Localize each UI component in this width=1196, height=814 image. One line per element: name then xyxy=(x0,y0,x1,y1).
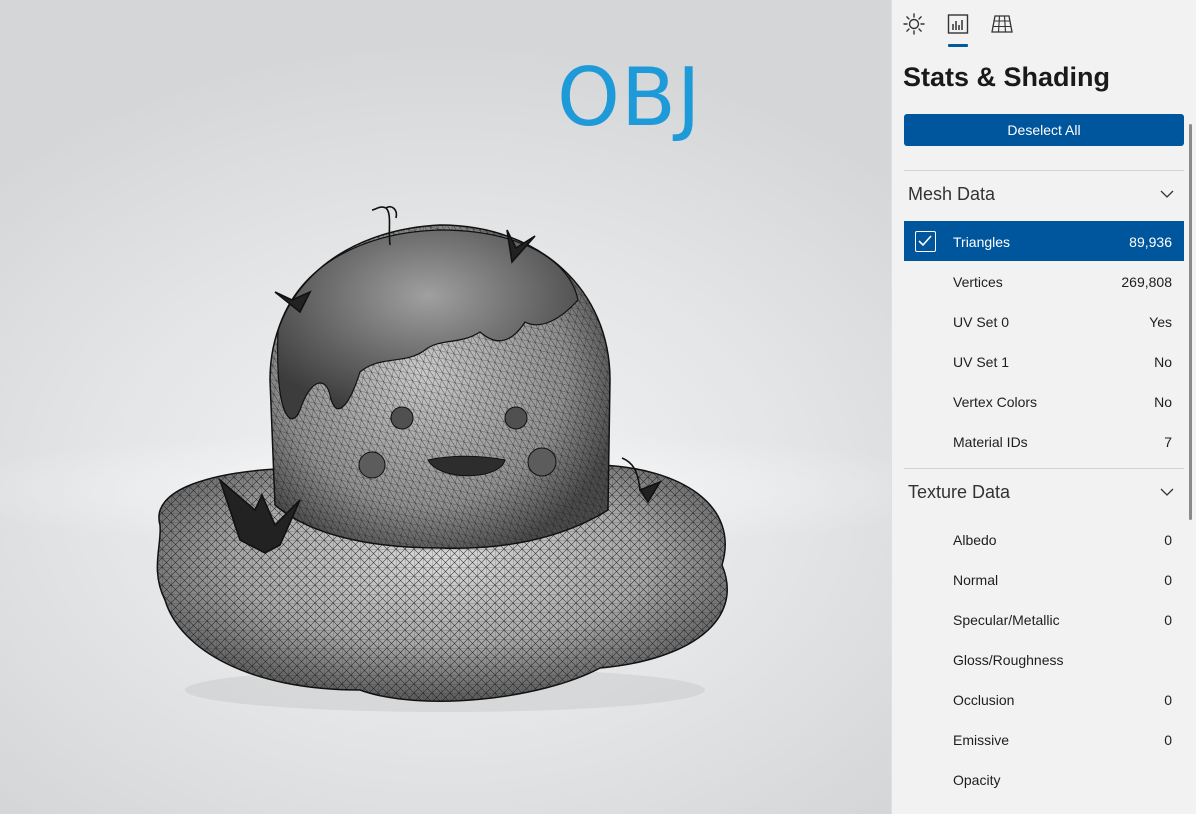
stats-panel: Stats & Shading Deselect All Mesh Data T… xyxy=(891,0,1196,814)
chevron-down-icon xyxy=(1160,488,1174,496)
row-label: Material IDs xyxy=(953,434,1028,450)
row-value: 0 xyxy=(1164,532,1172,548)
texture-row-occlusion[interactable]: Occlusion 0 xyxy=(904,679,1184,719)
texture-row-gloss-roughness[interactable]: Gloss/Roughness xyxy=(904,639,1184,679)
row-label: Emissive xyxy=(953,732,1010,748)
texture-row-normal[interactable]: Normal 0 xyxy=(904,559,1184,599)
checkmark-icon xyxy=(918,235,932,247)
row-label: Normal xyxy=(953,572,999,588)
tab-lighting[interactable] xyxy=(902,12,928,38)
deselect-all-button[interactable]: Deselect All xyxy=(904,114,1184,146)
row-label: UV Set 1 xyxy=(953,354,1010,370)
panel-scrollbar[interactable] xyxy=(1189,124,1192,520)
mesh-row-triangles[interactable]: Triangles 89,936 xyxy=(904,221,1184,261)
texture-row-albedo[interactable]: Albedo 0 xyxy=(904,519,1184,559)
sun-icon xyxy=(903,13,925,35)
row-value: 0 xyxy=(1164,612,1172,628)
mesh-data-header[interactable]: Mesh Data xyxy=(904,175,1184,215)
row-label: UV Set 0 xyxy=(953,314,1010,330)
tab-grid[interactable] xyxy=(990,12,1016,38)
texture-data-header[interactable]: Texture Data xyxy=(904,473,1184,513)
bar-chart-icon xyxy=(947,14,969,34)
texture-data-title: Texture Data xyxy=(908,482,1011,502)
app-window: OBJ Stats & Shading Deselect All Mesh Da… xyxy=(0,0,1196,814)
row-value: 0 xyxy=(1164,692,1172,708)
row-label: Occlusion xyxy=(953,692,1015,708)
mesh-row-vertex-colors[interactable]: Vertex Colors No xyxy=(904,381,1184,421)
mesh-data-title: Mesh Data xyxy=(908,184,996,204)
panel-tab-bar xyxy=(892,0,1196,50)
section-divider xyxy=(904,170,1184,171)
mesh-row-uv-set-1[interactable]: UV Set 1 No xyxy=(904,341,1184,381)
section-divider xyxy=(904,468,1184,469)
row-value: 89,936 xyxy=(1129,234,1172,250)
tab-stats[interactable] xyxy=(946,12,972,38)
row-value: 7 xyxy=(1164,434,1172,450)
texture-row-specular-metallic[interactable]: Specular/Metallic 0 xyxy=(904,599,1184,639)
grid-icon xyxy=(991,15,1013,33)
mesh-row-vertices[interactable]: Vertices 269,808 xyxy=(904,261,1184,301)
texture-row-emissive[interactable]: Emissive 0 xyxy=(904,719,1184,759)
3d-viewport[interactable]: OBJ xyxy=(0,0,891,814)
active-tab-indicator xyxy=(948,44,968,47)
row-label: Triangles xyxy=(953,234,1011,250)
texture-row-opacity[interactable]: Opacity xyxy=(904,759,1184,799)
checkbox[interactable] xyxy=(915,231,936,252)
row-label: Vertices xyxy=(953,274,1003,290)
row-value: No xyxy=(1154,354,1172,370)
row-label: Vertex Colors xyxy=(953,394,1038,410)
row-value: 0 xyxy=(1164,572,1172,588)
wireframe-creature-model[interactable] xyxy=(0,0,891,814)
chevron-down-icon xyxy=(1160,190,1174,198)
dome-body xyxy=(269,224,611,549)
row-value: 269,808 xyxy=(1121,274,1172,290)
mesh-row-material-ids[interactable]: Material IDs 7 xyxy=(904,421,1184,461)
row-label: Opacity xyxy=(953,772,1001,788)
row-label: Gloss/Roughness xyxy=(953,652,1064,668)
row-value: 0 xyxy=(1164,732,1172,748)
panel-title: Stats & Shading xyxy=(903,62,1111,92)
row-value: Yes xyxy=(1149,314,1172,330)
row-value: No xyxy=(1154,394,1172,410)
row-label: Specular/Metallic xyxy=(953,612,1060,628)
mesh-row-uv-set-0[interactable]: UV Set 0 Yes xyxy=(904,301,1184,341)
row-label: Albedo xyxy=(953,532,997,548)
